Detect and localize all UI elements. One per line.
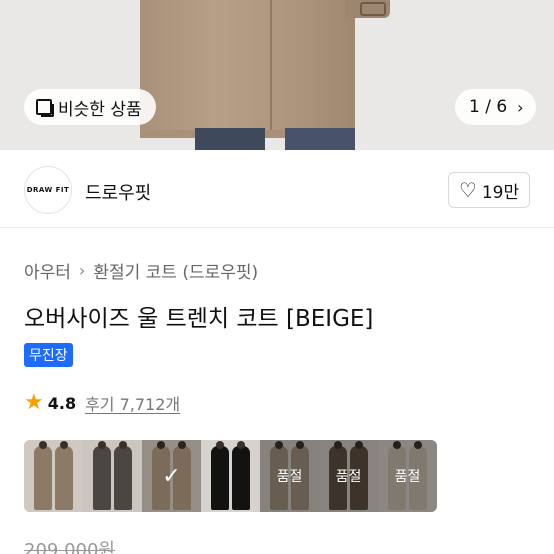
like-button[interactable]: ♡ 19만 (448, 172, 530, 208)
product-photo-coat (140, 0, 355, 138)
color-swatch[interactable]: 품절 (378, 440, 437, 512)
check-icon: ✓ (142, 440, 201, 512)
coat-belt-buckle (360, 2, 386, 16)
promo-badge: 무진장 (24, 343, 73, 367)
color-swatch[interactable]: 품절 (260, 440, 319, 512)
sold-out-label: 품절 (378, 440, 437, 512)
product-title: 오버사이즈 울 트렌치 코트 [BEIGE] (24, 306, 374, 332)
brand-row: DRAW FIT 드로우핏 ♡ 19만 (0, 150, 554, 228)
swatch-background (83, 440, 142, 512)
swatch-model-figure (93, 446, 111, 510)
coat-fold-line (270, 0, 272, 135)
sold-out-label: 품절 (319, 440, 378, 512)
swatch-model-head (119, 441, 127, 449)
swatch-model-figure (114, 446, 132, 510)
swatch-model-head (237, 441, 245, 449)
brand-logo[interactable]: DRAW FIT (24, 166, 72, 214)
star-icon: ★ (24, 390, 44, 415)
swatch-model-head (39, 441, 47, 449)
reviews-link[interactable]: 후기 7,712개 (85, 391, 180, 415)
color-swatch[interactable] (83, 440, 142, 512)
sold-out-label: 품절 (260, 440, 319, 512)
similar-products-label: 비슷한 상품 (58, 99, 142, 120)
swatch-background (24, 440, 83, 512)
color-swatch-list: ✓ 품절 품절 품절 (24, 440, 437, 512)
model-leg-right (285, 128, 355, 150)
rating-row: ★ 4.8 후기 7,712개 (24, 391, 180, 415)
breadcrumb-item-outer[interactable]: 아우터 (24, 258, 71, 283)
page-indicator-text: 1 / 6 (469, 97, 508, 117)
product-image-carousel[interactable]: 비슷한 상품 1 / 6 › (0, 0, 554, 150)
like-count: 19만 (481, 182, 520, 203)
swatch-model-figure (55, 446, 73, 510)
breadcrumb: 아우터 › 환절기 코트 (드로우핏) (24, 258, 258, 283)
original-price: 209,000원 (24, 540, 115, 554)
rating-score: 4.8 (47, 393, 77, 413)
chevron-right-icon: › (517, 97, 524, 117)
color-swatch[interactable] (201, 440, 260, 512)
copy-icon (36, 99, 54, 117)
swatch-model-head (60, 441, 68, 449)
model-leg-left (195, 128, 265, 150)
breadcrumb-item-category[interactable]: 환절기 코트 (드로우핏) (93, 258, 258, 283)
swatch-model-head (98, 441, 106, 449)
swatch-model-figure (232, 446, 250, 510)
color-swatch[interactable]: 품절 (319, 440, 378, 512)
swatch-model-figure (34, 446, 52, 510)
similar-products-button[interactable]: 비슷한 상품 (24, 89, 156, 125)
brand-name[interactable]: 드로우핏 (85, 179, 151, 205)
swatch-model-head (216, 441, 224, 449)
brand-logo-text: DRAW FIT (26, 186, 70, 194)
color-swatch[interactable] (24, 440, 83, 512)
color-swatch[interactable]: ✓ (142, 440, 201, 512)
swatch-model-figure (211, 446, 229, 510)
heart-outline-icon: ♡ (458, 178, 477, 202)
breadcrumb-separator-icon: › (78, 261, 86, 280)
swatch-background (201, 440, 260, 512)
image-page-indicator[interactable]: 1 / 6 › (455, 89, 536, 125)
